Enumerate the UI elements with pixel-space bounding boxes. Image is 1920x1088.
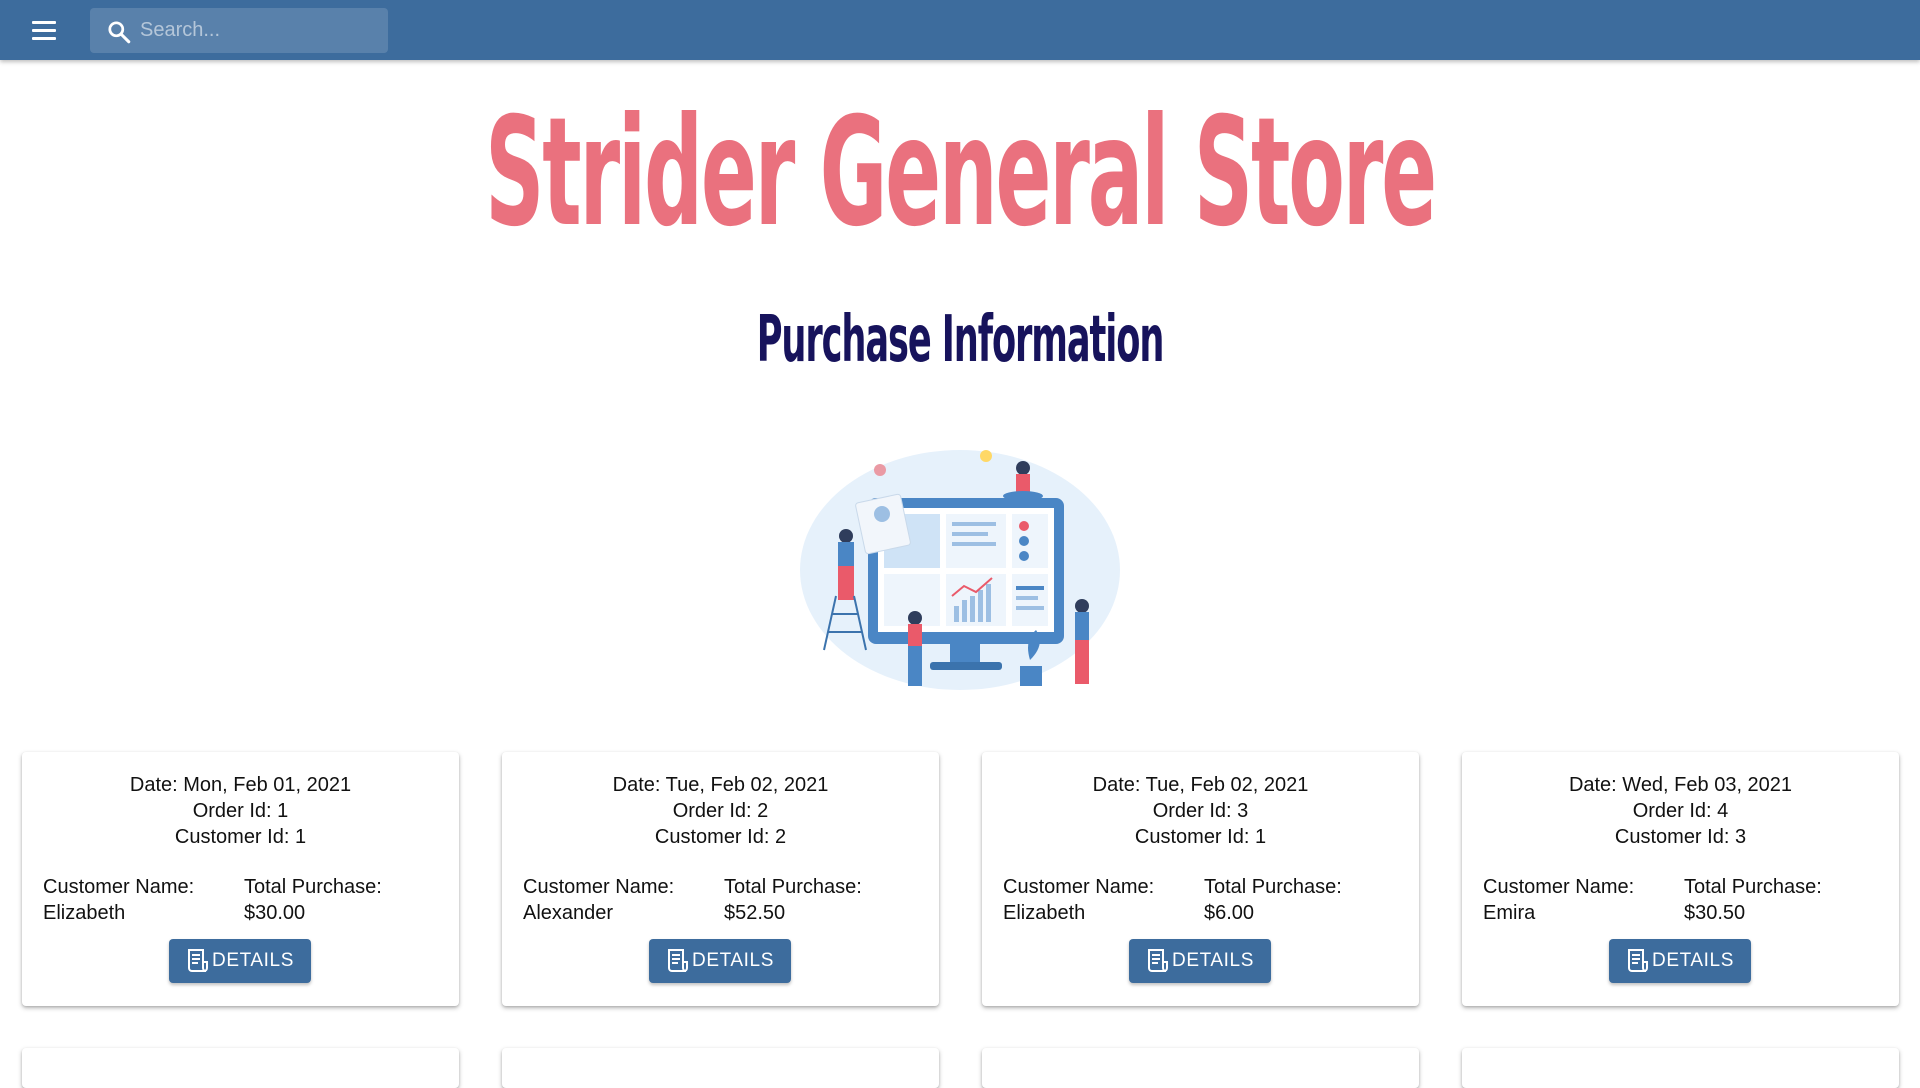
details-button[interactable]: DETAILS [1129,939,1271,983]
order-card: Date: Tue, Feb 02, 2021 Order Id: 2 Cust… [502,752,939,1006]
search-input[interactable] [140,8,380,53]
total-purchase-label: Total Purchase: [1684,876,1822,898]
total-purchase-value: $6.00 [1204,902,1255,924]
customer-name-value: Elizabeth [1003,902,1086,924]
order-card-partial [502,1048,939,1088]
customer-id: Customer Id: 3 [1614,826,1747,848]
customer-name-label: Customer Name: [43,876,195,898]
order-card-header: Date: Tue, Feb 02, 2021 Order Id: 3 Cust… [982,772,1419,850]
total-purchase-value: $30.50 [1684,902,1746,924]
dashboard-illustration [800,450,1120,690]
customer-name-value: Emira [1483,902,1536,924]
receipt-icon [188,949,208,972]
customer-name-label: Customer Name: [1003,876,1155,898]
app-bar [0,0,1920,60]
order-date: Date: Tue, Feb 02, 2021 [612,774,829,796]
total-purchase-value: $30.00 [244,902,306,924]
details-button-label: DETAILS [1652,950,1734,971]
order-date: Date: Tue, Feb 02, 2021 [1092,774,1309,796]
total-purchase-label: Total Purchase: [1204,876,1342,898]
menu-icon[interactable] [22,12,66,48]
order-card: Date: Wed, Feb 03, 2021 Order Id: 4 Cust… [1462,752,1899,1006]
details-button[interactable]: DETAILS [169,939,311,983]
details-button[interactable]: DETAILS [649,939,791,983]
customer-name-value: Elizabeth [43,902,126,924]
customer-id: Customer Id: 2 [654,826,787,848]
order-id: Order Id: 1 [192,800,289,822]
customer-id: Customer Id: 1 [1134,826,1267,848]
order-card-partial [22,1048,459,1088]
receipt-icon [668,949,688,972]
order-id: Order Id: 4 [1632,800,1729,822]
details-button-label: DETAILS [692,950,774,971]
order-date: Date: Mon, Feb 01, 2021 [129,774,352,796]
receipt-icon [1148,949,1168,972]
order-card-header: Date: Mon, Feb 01, 2021 Order Id: 1 Cust… [22,772,459,850]
order-card-header: Date: Tue, Feb 02, 2021 Order Id: 2 Cust… [502,772,939,850]
order-id: Order Id: 3 [1152,800,1249,822]
order-card: Date: Mon, Feb 01, 2021 Order Id: 1 Cust… [22,752,459,1006]
search-icon [108,21,131,44]
total-purchase-label: Total Purchase: [724,876,862,898]
customer-name-value: Alexander [523,902,614,924]
details-button-label: DETAILS [212,950,294,971]
order-card-partial [1462,1048,1899,1088]
search-box[interactable] [90,8,388,53]
total-purchase-value: $52.50 [724,902,786,924]
page-title: Strider General Store [485,86,1437,260]
details-button[interactable]: DETAILS [1609,939,1751,983]
customer-name-label: Customer Name: [523,876,675,898]
total-purchase-label: Total Purchase: [244,876,382,898]
details-button-label: DETAILS [1172,950,1254,971]
receipt-icon [1628,949,1648,972]
order-id: Order Id: 2 [672,800,769,822]
order-date: Date: Wed, Feb 03, 2021 [1568,774,1793,796]
order-card-partial [982,1048,1419,1088]
order-card: Date: Tue, Feb 02, 2021 Order Id: 3 Cust… [982,752,1419,1006]
order-card-header: Date: Wed, Feb 03, 2021 Order Id: 4 Cust… [1462,772,1899,850]
customer-id: Customer Id: 1 [174,826,307,848]
customer-name-label: Customer Name: [1483,876,1635,898]
page-subtitle: Purchase Information [756,303,1165,377]
